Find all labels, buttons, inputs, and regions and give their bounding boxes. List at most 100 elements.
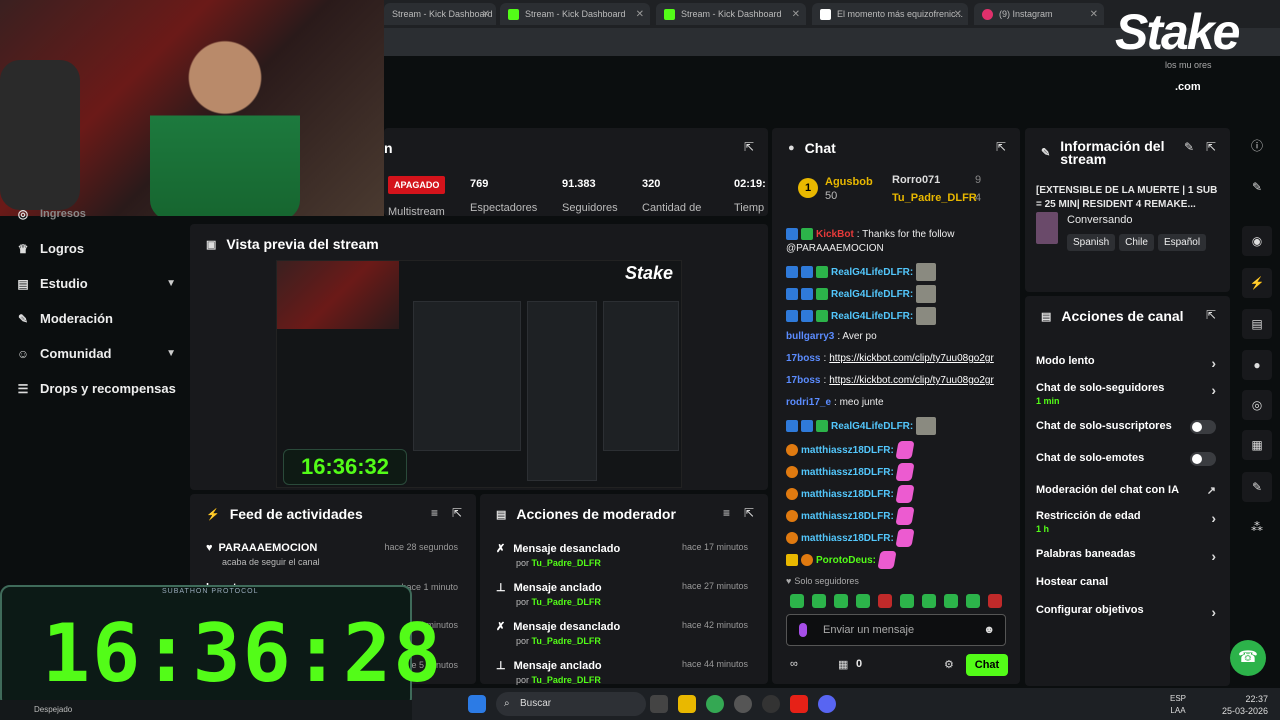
notes-icon[interactable]: ▤ xyxy=(1242,309,1272,339)
broadcast-icon[interactable]: ◎ xyxy=(1242,390,1272,420)
chat-message: 17boss: https://kickbot.com/clip/ty7uu08… xyxy=(786,353,994,364)
expand-icon[interactable]: ⇱ xyxy=(996,140,1006,154)
close-icon[interactable]: ✕ xyxy=(954,9,962,20)
mod-action-row: ⊥ Mensaje anclado por Tu_Padre_DLFR hace … xyxy=(496,581,758,607)
gifter-count: 9 xyxy=(975,174,982,186)
sidebar-item-drops[interactable]: ☰ Drops y recompensas xyxy=(16,381,176,396)
taskbar-search[interactable]: ⌕ Buscar xyxy=(496,692,646,716)
chrome-icon[interactable] xyxy=(706,695,724,713)
age-restriction-row[interactable]: Restricción de edad 1 h › xyxy=(1036,510,1220,534)
chat-link[interactable]: https://kickbot.com/clip/ty7uu08go2gr xyxy=(829,375,994,386)
lightning-icon[interactable]: ⚡ xyxy=(1242,268,1272,298)
store-icon[interactable]: ▦ xyxy=(1242,430,1272,460)
chat-message: RealG4LifeDLFR: xyxy=(786,285,937,303)
emote-icon[interactable] xyxy=(988,594,1002,608)
wrench-icon[interactable]: ✎ xyxy=(1242,472,1272,502)
support-icon[interactable]: ☎ xyxy=(1230,640,1266,676)
chevron-down-icon: ▼ xyxy=(166,278,176,289)
chat-link[interactable]: https://kickbot.com/clip/ty7uu08go2gr xyxy=(829,353,994,364)
mini-webcam xyxy=(277,261,399,329)
task-view-icon[interactable] xyxy=(650,695,668,713)
emote-icon[interactable] xyxy=(790,594,804,608)
badge-icon xyxy=(786,310,798,322)
edit-icon[interactable]: ✎ xyxy=(1184,140,1194,154)
sidebar-item-comunidad[interactable]: ☺ Comunidad ▼ xyxy=(16,346,176,361)
close-icon[interactable]: ✕ xyxy=(1090,9,1098,20)
emote-icon[interactable] xyxy=(812,594,826,608)
emote-icon[interactable] xyxy=(856,594,870,608)
sidebar-item-estudio[interactable]: ▤ Estudio ▼ xyxy=(16,276,176,291)
time-value: 02:19: xyxy=(734,178,766,190)
badge-icon xyxy=(786,510,798,522)
chat-icon[interactable]: ● xyxy=(1242,350,1272,380)
discord-icon[interactable] xyxy=(818,695,836,713)
browser-tab[interactable]: (9) Instagram ✕ xyxy=(974,3,1104,25)
tab-label: El momento más equizofrenic... xyxy=(837,9,964,19)
send-chat-button[interactable]: Chat xyxy=(966,654,1008,676)
mod-action-row: ⊥ Mensaje anclado por Tu_Padre_DLFR hace … xyxy=(496,659,758,685)
close-icon[interactable]: ✕ xyxy=(792,9,800,20)
users-icon[interactable]: ⁂ xyxy=(1242,512,1272,542)
sidebar-item-moderacion[interactable]: ✎ Moderación xyxy=(16,311,176,326)
weather-widget[interactable]: Despejado xyxy=(0,700,412,720)
chat-panel: ● Chat ⇱ 1 Agusbob 50 Rorro071 9 Tu_Padre… xyxy=(772,128,1020,684)
filter-icon[interactable]: ≡ xyxy=(431,506,438,520)
expand-icon[interactable]: ⇱ xyxy=(452,506,462,520)
badge-icon xyxy=(801,310,813,322)
sidebar-item-logros[interactable]: ♛ Logros xyxy=(16,241,176,256)
emote-icon[interactable] xyxy=(834,594,848,608)
close-icon[interactable]: ✕ xyxy=(636,9,644,20)
subscribers-only-toggle[interactable] xyxy=(1190,420,1216,434)
stream-info-panel: ✎ Información del stream ✎ ⇱ [EXTENSIBLE … xyxy=(1025,128,1230,292)
browser-tab[interactable]: Stream - Kick Dashboard ✕ xyxy=(656,3,806,25)
expand-icon[interactable]: ⇱ xyxy=(1206,308,1216,322)
kick-icon xyxy=(664,8,675,20)
banned-words-row[interactable]: Palabras baneadas › xyxy=(1036,548,1220,564)
explorer-icon[interactable] xyxy=(678,695,696,713)
media-icon[interactable] xyxy=(762,695,780,713)
emotes-only-toggle[interactable] xyxy=(1190,452,1216,466)
language-indicator[interactable]: ESP LAA xyxy=(1170,693,1186,717)
youtube-icon[interactable] xyxy=(790,695,808,713)
emote-icon[interactable] xyxy=(944,594,958,608)
badge-icon xyxy=(801,420,813,432)
expand-icon[interactable]: ⇱ xyxy=(1206,140,1216,154)
emotes-only-row[interactable]: Chat de solo-emotes xyxy=(1036,452,1220,466)
close-icon[interactable]: ✕ xyxy=(482,9,490,20)
filter-icon[interactable]: ≡ xyxy=(723,506,730,520)
followers-only-row[interactable]: Chat de solo-seguidores 1 min › xyxy=(1036,382,1220,406)
browser-tab[interactable]: El momento más equizofrenic... ✕ xyxy=(812,3,968,25)
chat-icon: ● xyxy=(788,142,795,154)
browser-tab[interactable]: Stream - Kick Dashboard ✕ xyxy=(384,3,496,25)
edit-icon[interactable]: ✎ xyxy=(1242,172,1272,202)
taskbar-clock[interactable]: 22:37 25-03-2026 xyxy=(1222,693,1268,717)
badge-icon xyxy=(816,420,828,432)
mod-action-by: por Tu_Padre_DLFR xyxy=(516,558,601,568)
emote-icon[interactable] xyxy=(966,594,980,608)
emote-icon[interactable] xyxy=(900,594,914,608)
moderator-actions-panel: ▤ Acciones de moderador ≡ ⇱ ✗ Mensaje desa… xyxy=(480,494,768,685)
chat-message-input[interactable]: Enviar un mensaje ☻ xyxy=(786,614,1006,646)
subscribers-only-row[interactable]: Chat de solo-suscriptores xyxy=(1036,420,1220,434)
microphone-icon[interactable] xyxy=(799,623,807,637)
host-channel-row[interactable]: Hostear canal xyxy=(1036,576,1220,588)
emote-image xyxy=(895,507,915,525)
stream-preview-image[interactable]: Stake 16:36:32 xyxy=(276,260,682,488)
emote-image xyxy=(895,463,915,481)
windows-start-icon[interactable] xyxy=(468,695,486,713)
emote-icon[interactable] xyxy=(922,594,936,608)
browser-tab[interactable]: Stream - Kick Dashboard ✕ xyxy=(500,3,650,25)
feed-item-sub: acaba de seguir el canal xyxy=(222,557,320,567)
camera-icon[interactable]: ◉ xyxy=(1242,226,1272,256)
info-icon[interactable]: ⓘ xyxy=(1242,131,1272,161)
configure-goals-row[interactable]: Configurar objetivos › xyxy=(1036,604,1220,620)
obs-icon[interactable] xyxy=(734,695,752,713)
emoji-icon[interactable]: ☻ xyxy=(983,615,995,645)
sidebar-item-ingresos[interactable]: ◎ Ingresos xyxy=(16,208,176,220)
emote-icon[interactable] xyxy=(878,594,892,608)
slow-mode-row[interactable]: Modo lento › xyxy=(1036,355,1220,371)
expand-icon[interactable]: ⇱ xyxy=(744,506,754,520)
gear-icon[interactable]: ⚙ xyxy=(944,658,954,671)
ai-moderation-row[interactable]: Moderación del chat con IA ↗ xyxy=(1036,484,1220,497)
expand-icon[interactable]: ⇱ xyxy=(744,140,754,154)
